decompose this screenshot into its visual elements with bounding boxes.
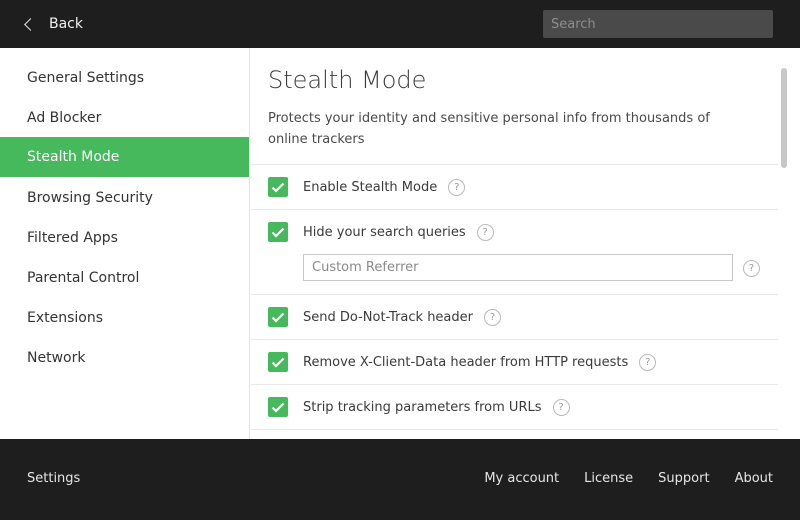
help-icon[interactable]: ? xyxy=(476,223,494,241)
footer-link-support[interactable]: Support xyxy=(658,471,709,486)
checkmark-icon xyxy=(271,182,285,193)
footer-link-license[interactable]: License xyxy=(584,471,633,486)
custom-referrer-input[interactable] xyxy=(303,254,733,281)
footer: Settings My account License Support Abou… xyxy=(0,439,800,520)
sidebar-item-extensions[interactable]: Extensions xyxy=(0,298,249,338)
do-not-track-checkbox[interactable] xyxy=(268,307,288,327)
checkmark-icon xyxy=(271,402,285,413)
sidebar-item-label: Browsing Security xyxy=(27,190,153,206)
help-icon[interactable]: ? xyxy=(484,308,501,326)
option-label: Send Do-Not-Track header xyxy=(303,309,473,325)
top-bar: Back xyxy=(0,0,800,48)
sidebar-item-label: General Settings xyxy=(27,70,145,86)
divider xyxy=(251,209,778,210)
option-row-do-not-track: Send Do-Not-Track header ? xyxy=(268,306,501,328)
sidebar-item-browsing-security[interactable]: Browsing Security xyxy=(0,178,249,218)
divider xyxy=(251,164,778,165)
sidebar-item-label: Ad Blocker xyxy=(27,110,102,126)
option-label: Hide your search queries xyxy=(303,224,466,240)
help-icon[interactable]: ? xyxy=(448,178,466,196)
footer-settings-label: Settings xyxy=(27,471,81,486)
sidebar-item-general-settings[interactable]: General Settings xyxy=(0,58,249,98)
back-label: Back xyxy=(49,16,83,32)
enable-stealth-mode-checkbox[interactable] xyxy=(268,177,288,197)
page-description: Protects your identity and sensitive per… xyxy=(268,111,710,147)
divider xyxy=(251,339,778,340)
option-row-enable-stealth-mode: Enable Stealth Mode ? xyxy=(268,176,466,198)
option-row-strip-tracking-params: Strip tracking parameters from URLs ? xyxy=(268,396,570,418)
sidebar-item-ad-blocker[interactable]: Ad Blocker xyxy=(0,98,249,138)
sidebar-item-network[interactable]: Network xyxy=(0,338,249,378)
option-label: Remove X-Client-Data header from HTTP re… xyxy=(303,354,629,370)
footer-link-my-account[interactable]: My account xyxy=(484,471,559,486)
divider xyxy=(251,384,778,385)
remove-x-client-data-checkbox[interactable] xyxy=(268,352,288,372)
help-icon[interactable]: ? xyxy=(552,398,570,416)
sidebar: General Settings Ad Blocker Stealth Mode… xyxy=(0,48,250,439)
referrer-help-icon[interactable]: ? xyxy=(743,260,760,277)
checkmark-icon xyxy=(271,227,285,238)
page-title: Stealth Mode xyxy=(268,66,427,94)
sidebar-item-label: Network xyxy=(27,350,86,366)
sidebar-item-filtered-apps[interactable]: Filtered Apps xyxy=(0,218,249,258)
sidebar-item-label: Parental Control xyxy=(27,270,140,286)
sidebar-item-label: Filtered Apps xyxy=(27,230,118,246)
content-scrollbar[interactable] xyxy=(781,68,787,168)
strip-tracking-params-checkbox[interactable] xyxy=(268,397,288,417)
footer-links: My account License Support About xyxy=(484,471,773,486)
hide-search-queries-checkbox[interactable] xyxy=(268,222,288,242)
sidebar-item-parental-control[interactable]: Parental Control xyxy=(0,258,249,298)
footer-link-about[interactable]: About xyxy=(735,471,773,486)
sidebar-item-stealth-mode[interactable]: Stealth Mode xyxy=(0,137,249,177)
divider xyxy=(251,294,778,295)
option-row-hide-search-queries: Hide your search queries ? xyxy=(268,221,494,243)
option-row-remove-x-client-data: Remove X-Client-Data header from HTTP re… xyxy=(268,351,657,373)
sidebar-item-label: Stealth Mode xyxy=(27,149,120,165)
checkmark-icon xyxy=(271,357,285,368)
divider xyxy=(251,429,778,430)
chevron-left-icon xyxy=(24,17,37,31)
option-label: Enable Stealth Mode xyxy=(303,179,438,195)
checkmark-icon xyxy=(271,312,285,323)
sidebar-item-label: Extensions xyxy=(27,310,104,326)
settings-panel: General Settings Ad Blocker Stealth Mode… xyxy=(0,48,800,439)
search-input[interactable] xyxy=(543,10,773,38)
back-button[interactable]: Back xyxy=(24,14,83,34)
option-label: Strip tracking parameters from URLs xyxy=(303,399,542,415)
main-content: Stealth Mode Protects your identity and … xyxy=(251,48,800,439)
help-icon[interactable]: ? xyxy=(639,353,657,371)
